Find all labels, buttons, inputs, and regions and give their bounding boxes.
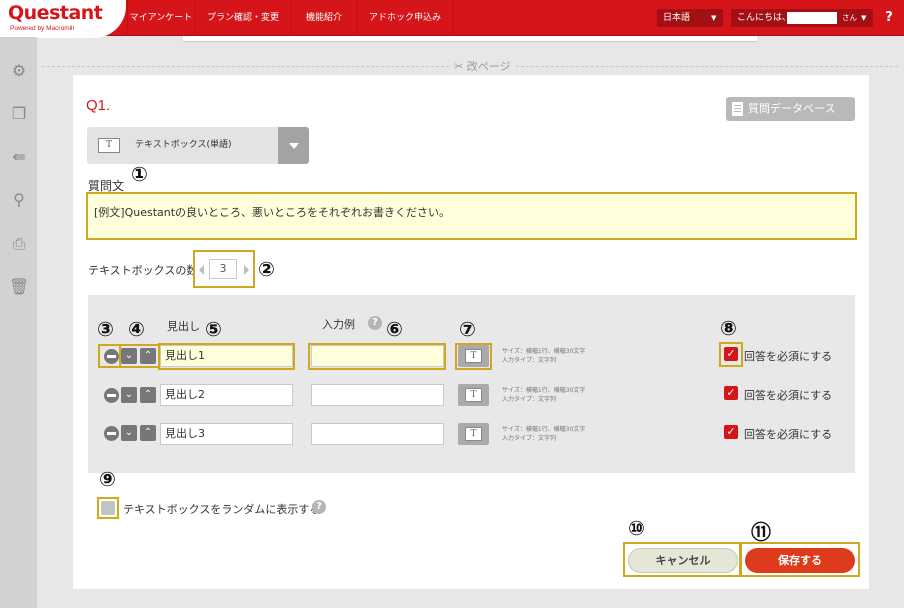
logo-text: Questant (8, 2, 103, 24)
required-checkbox[interactable]: ✓ (724, 425, 738, 439)
questant-logo[interactable]: Questant Powered by Macromill (0, 0, 126, 38)
callout-7: ⑦ (459, 317, 476, 341)
question-text-value: [例文]Questantの良いところ、悪いところをそれぞれお書きください。 (94, 206, 451, 219)
remove-row-button[interactable] (104, 349, 119, 364)
arrow-right-icon[interactable] (244, 265, 249, 275)
row-size-info: サイズ：横幅1行、横幅30文字 (502, 387, 586, 394)
textbox-count-label: テキストボックスの数 (88, 264, 198, 277)
row-example-input[interactable] (311, 423, 444, 445)
move-up-button[interactable]: ⌃ (140, 387, 156, 403)
move-up-button[interactable]: ⌃ (140, 425, 156, 441)
required-label: 回答を必須にする (744, 350, 833, 363)
logo-subtext: Powered by Macromill (10, 25, 74, 32)
row-heading-input[interactable]: 見出し3 (160, 423, 293, 445)
callout-4: ④ (128, 317, 145, 341)
callout-11: ⑪ (751, 520, 771, 544)
move-down-button[interactable]: ⌄ (121, 387, 137, 403)
text-type-icon: T (98, 138, 120, 153)
chevron-down-icon: ▼ (711, 14, 717, 22)
arrow-left-icon[interactable] (199, 265, 204, 275)
search-icon[interactable]: ⚲ (9, 190, 29, 210)
row-example-input[interactable] (311, 345, 444, 367)
remove-row-button[interactable] (104, 388, 119, 403)
question-database-label: 質問データベース (748, 102, 836, 115)
text-type-icon: T (465, 427, 482, 441)
required-label: 回答を必須にする (744, 428, 833, 441)
print-icon[interactable]: ⎙ (9, 234, 29, 254)
move-down-button[interactable]: ⌄ (121, 348, 137, 364)
gear-icon[interactable]: ⚙ (9, 61, 29, 81)
callout-9: ⑨ (99, 467, 116, 491)
example-column-label: 入力例 (322, 318, 355, 331)
text-type-icon: T (465, 388, 482, 402)
row-heading-input[interactable]: 見出し1 (160, 345, 293, 367)
help-button[interactable]: ? (880, 8, 898, 28)
question-database-button[interactable]: 質問データベース (726, 97, 855, 121)
move-down-button[interactable]: ⌄ (121, 425, 137, 441)
page-break-label[interactable]: ✂ 改ページ (450, 58, 515, 74)
required-checkbox[interactable]: ✓ (724, 347, 738, 361)
copy-icon[interactable]: ❐ (9, 104, 29, 124)
help-icon[interactable]: ? (368, 316, 382, 330)
question-type-label: テキストボックス(単語) (135, 140, 232, 150)
chevron-down-icon: ▼ (861, 14, 867, 22)
remove-row-button[interactable] (104, 426, 119, 441)
question-type-select[interactable]: T テキストボックス(単語) (87, 127, 309, 164)
textbox-count-stepper[interactable]: 3 (193, 250, 255, 288)
sidebar: ⚙ ❐ ⇚ ⚲ ⎙ 🗑 (0, 37, 37, 608)
chevron-down-icon[interactable] (278, 127, 309, 164)
row-input-type-info: 入力タイプ：文字列 (502, 435, 557, 442)
row-size-info: サイズ：横幅1行、横幅30文字 (502, 348, 586, 355)
callout-6: ⑥ (386, 317, 403, 341)
callout-3: ③ (97, 317, 114, 341)
row-heading-input[interactable]: 見出し2 (160, 384, 293, 406)
question-number: Q1. (86, 97, 111, 114)
move-up-button[interactable]: ⌃ (140, 348, 156, 364)
previous-question-card (183, 36, 757, 42)
question-text-field[interactable]: [例文]Questantの良いところ、悪いところをそれぞれお書きください。 (86, 192, 857, 240)
required-label: 回答を必須にする (744, 389, 833, 402)
callout-1: ① (131, 162, 148, 186)
nav-my-survey[interactable]: マイアンケート (128, 0, 194, 36)
textbox-settings-button[interactable]: T (458, 384, 489, 406)
user-name-redacted (787, 12, 837, 24)
callout-10: ⑩ (628, 516, 645, 540)
import-icon[interactable]: ⇚ (9, 147, 29, 167)
top-bar: Questant Powered by Macromill マイアンケート プラ… (0, 0, 904, 38)
heading-column-label: 見出し (167, 320, 200, 333)
callout-8: ⑧ (720, 316, 737, 340)
document-icon (732, 102, 743, 116)
row-size-info: サイズ：横幅1行、横幅30文字 (502, 426, 586, 433)
text-type-icon: T (465, 349, 482, 363)
trash-icon[interactable]: 🗑 (9, 277, 29, 297)
random-display-checkbox[interactable] (97, 497, 119, 519)
nav-adhoc[interactable]: アドホック申込み (358, 0, 452, 36)
callout-2: ② (258, 257, 275, 281)
textbox-settings-button[interactable]: T (458, 423, 489, 445)
row-input-type-info: 入力タイプ：文字列 (502, 396, 557, 403)
user-suffix: さん (842, 13, 857, 22)
row-example-input[interactable] (311, 384, 444, 406)
nav-separator (453, 0, 454, 36)
nav-plan[interactable]: プラン確認・変更 (196, 0, 290, 36)
cancel-button[interactable]: キャンセル (628, 548, 738, 573)
row-input-type-info: 入力タイプ：文字列 (502, 357, 557, 364)
random-display-label: テキストボックスをランダムに表示する (123, 503, 321, 516)
help-icon[interactable]: ? (312, 500, 326, 514)
callout-5: ⑤ (205, 317, 222, 341)
textbox-settings-button[interactable]: T (458, 345, 489, 367)
save-button[interactable]: 保存する (745, 548, 855, 573)
textbox-count-input[interactable]: 3 (209, 259, 237, 279)
checkbox-unchecked (101, 501, 115, 515)
required-checkbox[interactable]: ✓ (724, 386, 738, 400)
nav-features[interactable]: 機能紹介 (292, 0, 356, 36)
